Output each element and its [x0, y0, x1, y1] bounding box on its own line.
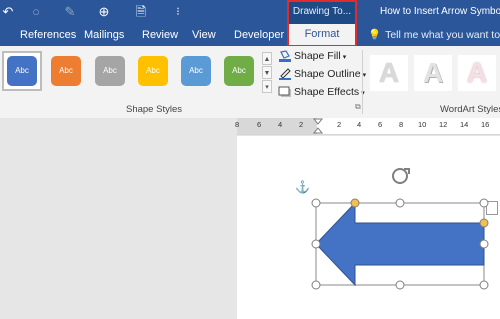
dropdown-arrow-icon: ▾ [362, 72, 367, 79]
org-chart-icon[interactable]: ⊕ [96, 4, 112, 20]
shape-outline-label: Shape Outline [294, 68, 361, 80]
tab-mailings[interactable]: Mailings [84, 24, 124, 46]
resize-handle[interactable] [479, 198, 489, 208]
shape-effects-label: Shape Effects [294, 86, 360, 98]
gallery-up-icon[interactable]: ▲ [262, 52, 272, 65]
paint-bucket-icon [279, 50, 291, 63]
shape-outline-button[interactable]: Shape Outline ▾ [278, 65, 366, 83]
resize-handle[interactable] [311, 280, 321, 290]
shape-fill-label: Shape Fill [294, 50, 341, 62]
redo-icon[interactable]: ○ [28, 4, 44, 20]
ruler-label: 6 [378, 120, 383, 129]
ruler-label: 4 [278, 120, 283, 129]
tab-references[interactable]: References [20, 24, 76, 46]
shape-style-gold[interactable]: Abc [138, 56, 168, 86]
gallery-down-icon[interactable]: ▼ [262, 66, 272, 79]
wordart-style-plain[interactable]: A [370, 55, 408, 91]
indent-marker-icon[interactable] [312, 118, 324, 134]
ruler-label: 8 [235, 120, 240, 129]
ruler-label: 10 [418, 120, 427, 129]
arrow-shape-canvas [311, 168, 489, 290]
dialog-launcher-icon[interactable]: ⧉ [355, 102, 361, 112]
ruler-label: 16 [481, 120, 490, 129]
ruler-label: 6 [257, 120, 262, 129]
resize-handle[interactable] [395, 280, 405, 290]
ruler-label: 14 [460, 120, 469, 129]
shape-effects-button[interactable]: Shape Effects▾ [278, 83, 365, 101]
shape-effects-icon [278, 86, 291, 98]
lightbulb-icon: 💡 [368, 29, 382, 41]
shape-style-blue[interactable]: Abc [7, 56, 37, 86]
resize-handle[interactable] [311, 239, 321, 249]
document-icon[interactable]: 🗎 [133, 4, 149, 20]
gallery-more-icon[interactable]: ▾ [262, 80, 272, 93]
tab-view[interactable]: View [192, 24, 216, 46]
document-title: How to Insert Arrow Symbols [380, 6, 500, 17]
wordart-style-soft[interactable]: A [458, 55, 496, 91]
ruler-margin [237, 118, 317, 134]
ruler-label: 8 [399, 120, 404, 129]
wordart-style-shadow[interactable]: A [414, 55, 452, 91]
tell-me-text: Tell me what you want to do... [385, 29, 500, 41]
format-painter-icon[interactable]: ✎ [62, 4, 78, 20]
shape-fill-button[interactable]: Shape Fill ▾ [278, 47, 346, 65]
shape-style-light-blue[interactable]: Abc [181, 56, 211, 86]
ruler-label: 2 [299, 120, 304, 129]
wordart-styles-group-label: WordArt Styles [440, 104, 500, 115]
adjust-handle[interactable] [350, 198, 360, 208]
tab-developer[interactable]: Developer [234, 24, 284, 46]
shape-styles-group-label: Shape Styles [126, 104, 182, 115]
resize-handle[interactable] [479, 239, 489, 249]
qat-customize-icon[interactable]: ⁝ [170, 4, 186, 20]
pen-outline-icon [279, 68, 291, 81]
shape-style-green[interactable]: Abc [224, 56, 254, 86]
tab-review[interactable]: Review [142, 24, 178, 46]
resize-handle[interactable] [395, 198, 405, 208]
ruler-label: 12 [439, 120, 448, 129]
shape-style-orange[interactable]: Abc [51, 56, 81, 86]
adjust-handle[interactable] [479, 218, 489, 228]
left-arrow-shape[interactable] [315, 201, 485, 287]
rotate-handle-icon[interactable] [392, 168, 410, 184]
dropdown-arrow-icon: ▾ [342, 54, 347, 61]
format-tab-highlight [287, 0, 357, 47]
ruler-label: 4 [357, 120, 362, 129]
ruler-label: 2 [337, 120, 342, 129]
shape-style-gray[interactable]: Abc [95, 56, 125, 86]
tell-me-box[interactable]: 💡Tell me what you want to do... [368, 24, 500, 46]
undo-icon[interactable]: ↶ [0, 4, 16, 20]
resize-handle[interactable] [479, 280, 489, 290]
group-divider [362, 50, 363, 114]
resize-handle[interactable] [311, 198, 321, 208]
